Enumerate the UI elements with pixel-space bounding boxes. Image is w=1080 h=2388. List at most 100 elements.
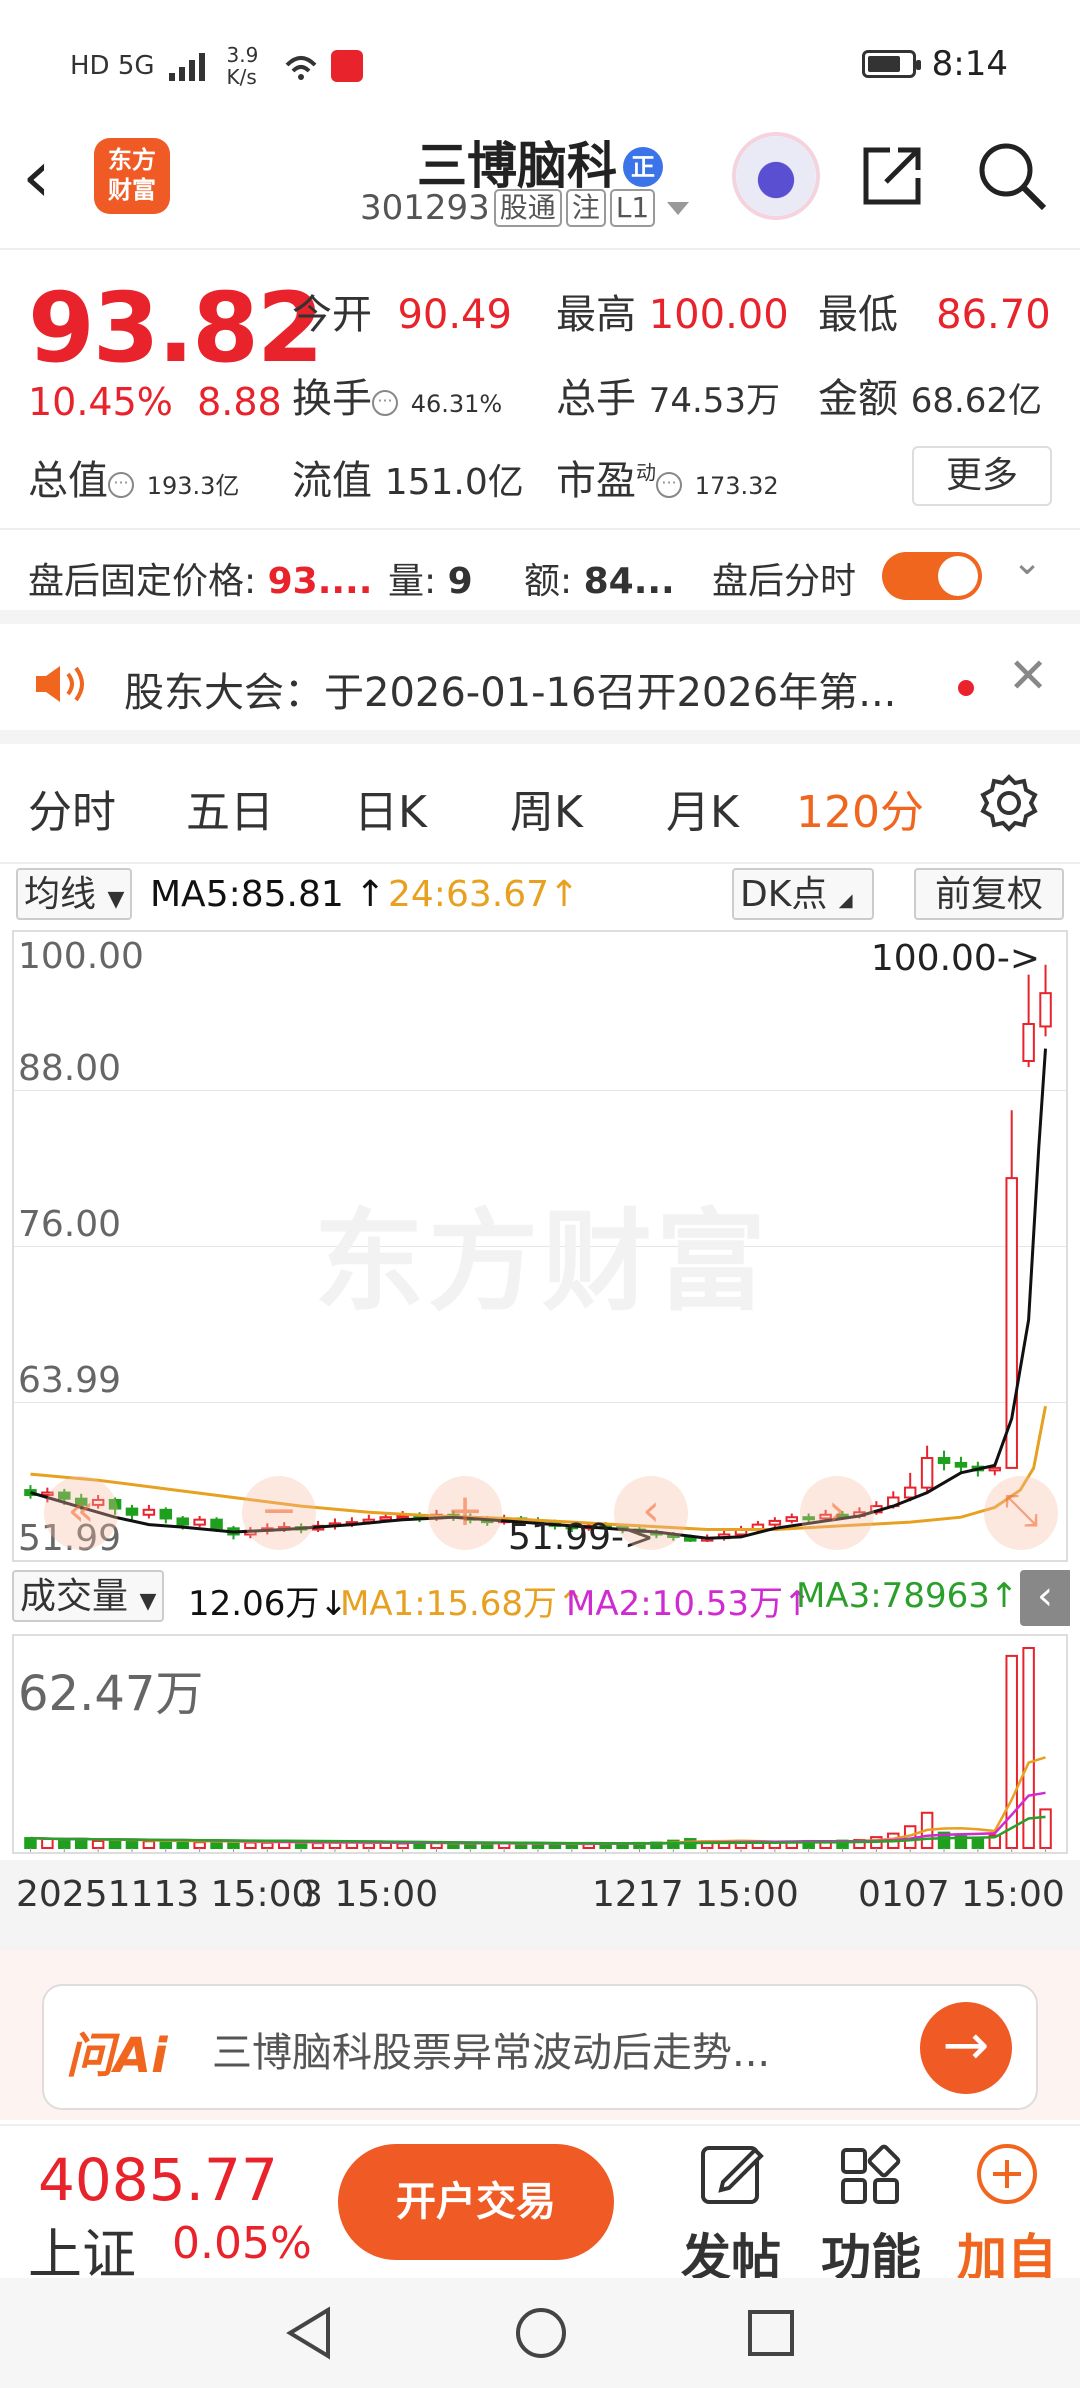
arrow-right-icon[interactable]: →: [920, 2002, 1012, 2094]
last-price: 93.82: [28, 272, 324, 384]
battery-icon: [861, 50, 921, 78]
nav-home-icon[interactable]: [514, 2306, 568, 2360]
collapse-panel-button[interactable]: ‹: [1020, 1570, 1070, 1626]
share-icon[interactable]: [860, 142, 926, 208]
volume-bar: [142, 1840, 156, 1850]
ma24-line: [30, 1405, 1047, 1531]
volume-bar: [91, 1839, 105, 1849]
close-icon[interactable]: ✕: [1008, 648, 1048, 704]
nav-back-icon[interactable]: [284, 2306, 334, 2360]
ai-section: 问Ai 三博脑科股票异常波动后走势... →: [0, 1950, 1080, 2120]
index-value[interactable]: 4085.77: [38, 2146, 278, 2214]
volume-bar: [125, 1839, 139, 1850]
after-hours-toggle[interactable]: [882, 552, 982, 600]
candle-body: [988, 1466, 1002, 1472]
tab-120min[interactable]: 120分: [796, 776, 924, 840]
zoom-out-button[interactable]: −: [242, 1476, 316, 1550]
mktcap-label: 总值: [28, 458, 108, 504]
status-left: HD 5G 3.9 K/s: [70, 44, 363, 88]
grid-icon: [841, 2144, 901, 2204]
kline-chart[interactable]: 东方财富 100.00 88.00 76.00 63.99 51.99 100.…: [12, 930, 1068, 1562]
scroll-left-button[interactable]: «: [44, 1476, 118, 1550]
chart-header: 均线 ▼ MA5:85.81 ↑ 24:63.67↑ DK点 ◢ 前复权: [0, 866, 1080, 924]
candle-body: [785, 1516, 799, 1522]
volume-value: 12.06万↓: [188, 1584, 348, 1624]
amount-value: 68.62亿: [910, 381, 1043, 421]
status-right: 8:14: [861, 44, 1008, 84]
pan-right-button[interactable]: ›: [800, 1476, 874, 1550]
candle-body: [903, 1486, 917, 1499]
tab-five-day[interactable]: 五日: [186, 776, 274, 840]
candle-body: [379, 1516, 392, 1521]
pan-left-button[interactable]: ‹: [614, 1476, 688, 1550]
tab-monthly-k[interactable]: 月K: [666, 776, 739, 840]
add-watchlist-button[interactable]: 加自: [952, 2136, 1062, 2290]
gear-icon[interactable]: [980, 774, 1038, 832]
vol-ma1: MA1:15.68万↑: [340, 1584, 586, 1624]
system-nav-bar: [0, 2278, 1080, 2388]
tab-intraday[interactable]: 分时: [28, 776, 116, 840]
after-hours-amt-label: 额:: [524, 561, 573, 602]
stock-code: 301293: [360, 188, 490, 228]
index-change[interactable]: 0.05%: [172, 2218, 312, 2269]
search-icon[interactable]: [976, 140, 1048, 212]
low-field: 最低 86.70: [818, 282, 1051, 340]
after-hours-price: 盘后固定价格: 93....: [28, 552, 372, 604]
volume-bar: [971, 1836, 985, 1849]
clock: 8:14: [931, 44, 1008, 84]
adjust-dropdown[interactable]: 前复权: [914, 868, 1064, 920]
open-label: 今开: [292, 292, 372, 338]
dk-point-dropdown[interactable]: DK点 ◢: [732, 868, 874, 920]
function-button[interactable]: 功能: [816, 2136, 926, 2290]
info-dots-icon: ···: [656, 472, 682, 498]
stock-header: ‹ 东方 财富 三博脑科正 301293 股通 注 L1: [0, 120, 1080, 250]
float-field: 流值 151.0亿: [292, 448, 524, 506]
pe-field[interactable]: 市盈动 ··· 173.32: [556, 448, 779, 506]
low-value: 86.70: [936, 292, 1051, 338]
volume-bar: [24, 1837, 37, 1850]
ai-question-box[interactable]: 问Ai 三博脑科股票异常波动后走势... →: [42, 1984, 1038, 2110]
nav-recents-icon[interactable]: [746, 2308, 796, 2358]
ma-indicator-dropdown[interactable]: 均线 ▼: [16, 868, 133, 920]
candle-body: [1039, 992, 1052, 1028]
notice-bar[interactable]: 股东大会：于2026-01-16召开2026年第... ✕: [0, 624, 1080, 744]
mktcap-field[interactable]: 总值 ··· 193.3亿: [28, 448, 239, 506]
more-button[interactable]: 更多: [912, 446, 1052, 506]
volume-chart[interactable]: 62.47万: [12, 1634, 1068, 1854]
date-label: 1217 15:00: [592, 1874, 799, 1915]
turnover-label: 换手: [292, 376, 372, 422]
volume-bar: [261, 1841, 274, 1850]
zoom-in-button[interactable]: +: [428, 1476, 502, 1550]
candle-body: [920, 1457, 934, 1489]
tab-daily-k[interactable]: 日K: [354, 776, 427, 840]
ai-assistant-avatar[interactable]: [736, 136, 816, 216]
price-change: 10.45% 8.88: [28, 380, 282, 424]
candle-body: [142, 1508, 156, 1516]
ai-logo: 问Ai: [66, 2028, 168, 2084]
open-account-button[interactable]: 开户交易: [338, 2144, 614, 2260]
volume-bar: [41, 1838, 54, 1849]
fullscreen-button[interactable]: ⤡: [984, 1476, 1058, 1550]
pe-value: 173.32: [694, 472, 779, 500]
candle-body: [1022, 1022, 1035, 1062]
stock-subtitle[interactable]: 301293 股通 注 L1: [360, 188, 690, 228]
ma5-value: MA5:85.81 ↑: [150, 874, 386, 915]
high-field: 最高 100.00: [556, 282, 789, 340]
turnover-field[interactable]: 换手 ··· 46.31%: [292, 366, 502, 424]
bottom-toolbar: 4085.77 上证 0.05% 开户交易 发帖 功能 加自: [0, 2124, 1080, 2287]
float-value: 151.0亿: [384, 462, 524, 503]
after-hours-vol-value: 9: [447, 561, 473, 602]
volume-indicator-dropdown[interactable]: 成交量 ▼: [12, 1570, 165, 1622]
tab-weekly-k[interactable]: 周K: [510, 776, 583, 840]
volume-bar: [244, 1841, 257, 1850]
network-indicator: HD 5G: [70, 51, 155, 81]
volume-header: 成交量 ▼ 12.06万↓ MA1:15.68万↑ MA2:10.53万↑ MA…: [0, 1566, 1080, 1630]
chevron-down-icon[interactable]: ⌄: [1012, 542, 1042, 583]
high-value: 100.00: [648, 292, 789, 338]
post-button[interactable]: 发帖: [676, 2136, 786, 2290]
candle-body: [937, 1457, 951, 1464]
amount-field: 金额 68.62亿: [818, 366, 1042, 424]
app-root: HD 5G 3.9 K/s 8:14 ‹ 东方 财富 三博脑科正 301293 …: [0, 0, 1080, 2388]
volume-field: 总手 74.53万: [556, 366, 780, 424]
period-tabs: 分时 五日 日K 周K 月K 120分: [0, 744, 1080, 864]
